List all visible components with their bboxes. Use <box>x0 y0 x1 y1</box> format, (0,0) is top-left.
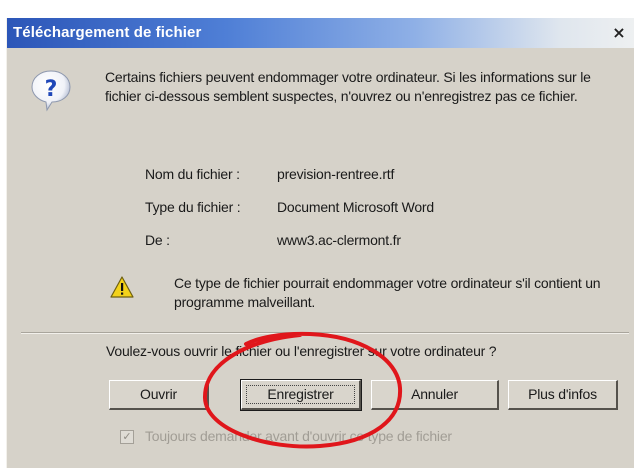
warning-text: Ce type de fichier pourrait endommager v… <box>174 275 601 310</box>
file-name-value: prevision-rentree.rtf <box>277 166 395 182</box>
intro-text: Certains fichiers peuvent endommager vot… <box>105 69 591 104</box>
close-button[interactable]: × <box>609 24 629 42</box>
more-info-button-label: Plus d'infos <box>528 386 597 402</box>
always-ask-checkbox[interactable]: ✓ <box>120 430 134 444</box>
svg-text:?: ? <box>45 77 58 102</box>
focus-ring <box>246 385 355 404</box>
cancel-button[interactable]: Annuler <box>371 380 499 410</box>
file-download-dialog: Téléchargement de fichier × ? Certains f… <box>6 18 634 468</box>
open-button[interactable]: Ouvrir <box>109 380 209 410</box>
dialog-title: Téléchargement de fichier <box>13 24 202 41</box>
warning-icon <box>110 276 134 298</box>
divider-highlight <box>21 333 629 334</box>
file-type-label: Type du fichier : <box>145 199 241 215</box>
file-source-value: www3.ac-clermont.fr <box>277 232 401 248</box>
save-button[interactable]: Enregistrer <box>240 379 362 411</box>
question-icon: ? <box>31 70 71 112</box>
cancel-button-label: Annuler <box>411 386 458 402</box>
question-text: Voulez-vous ouvrir le fichier ou l'enreg… <box>106 343 497 359</box>
always-ask-label: Toujours demander avant d'ouvrir ce type… <box>145 428 452 444</box>
more-info-button[interactable]: Plus d'infos <box>508 380 618 410</box>
file-name-label: Nom du fichier : <box>145 166 240 182</box>
open-button-label: Ouvrir <box>140 386 177 402</box>
file-type-value: Document Microsoft Word <box>277 199 434 215</box>
file-source-label: De : <box>145 232 170 248</box>
title-bar[interactable]: Téléchargement de fichier × <box>7 18 634 48</box>
